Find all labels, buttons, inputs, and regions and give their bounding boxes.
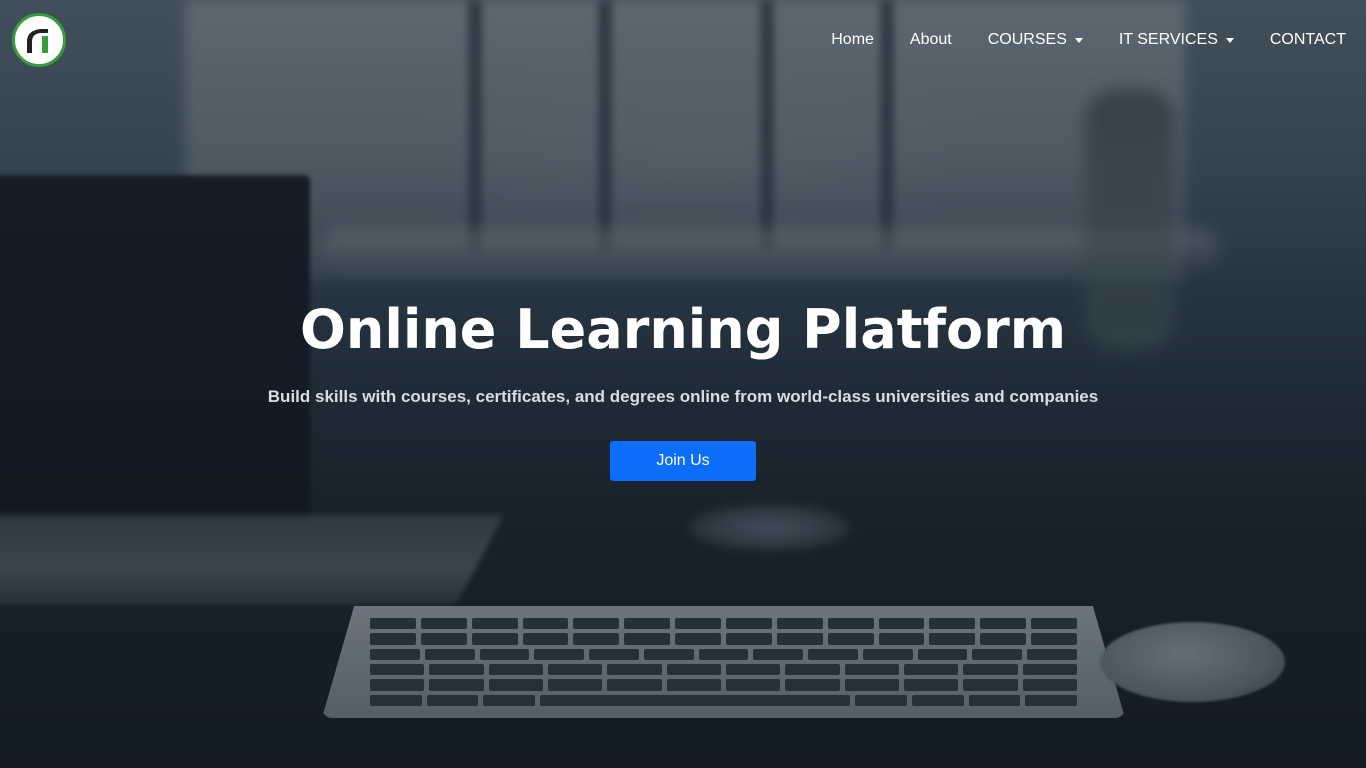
nav-contact[interactable]: CONTACT [1270,31,1346,49]
nav-courses-label: COURSES [987,31,1067,48]
nav-contact-label: CONTACT [1269,31,1346,48]
brand-logo-icon [27,29,48,53]
hero-title: Online Learning Platform [299,298,1067,361]
brand-logo[interactable] [12,13,66,67]
navbar: Home About COURSES IT SERVICES CONTACT [0,0,1366,80]
nav-home-label: Home [831,31,874,48]
join-us-button[interactable]: Join Us [610,441,756,481]
nav-courses-dropdown[interactable]: COURSES [988,31,1083,49]
nav-links: Home About COURSES IT SERVICES CONTACT [831,31,1346,49]
caret-down-icon [1225,38,1234,43]
caret-down-icon [1074,38,1083,43]
nav-it-services-dropdown[interactable]: IT SERVICES [1119,31,1234,49]
hero-content: Online Learning Platform Build skills wi… [0,295,1366,481]
nav-it-services-label: IT SERVICES [1118,31,1218,48]
nav-home[interactable]: Home [831,31,874,49]
hero-subtitle: Build skills with courses, certificates,… [267,387,1099,406]
nav-about-label: About [909,31,952,48]
nav-about[interactable]: About [910,31,952,49]
